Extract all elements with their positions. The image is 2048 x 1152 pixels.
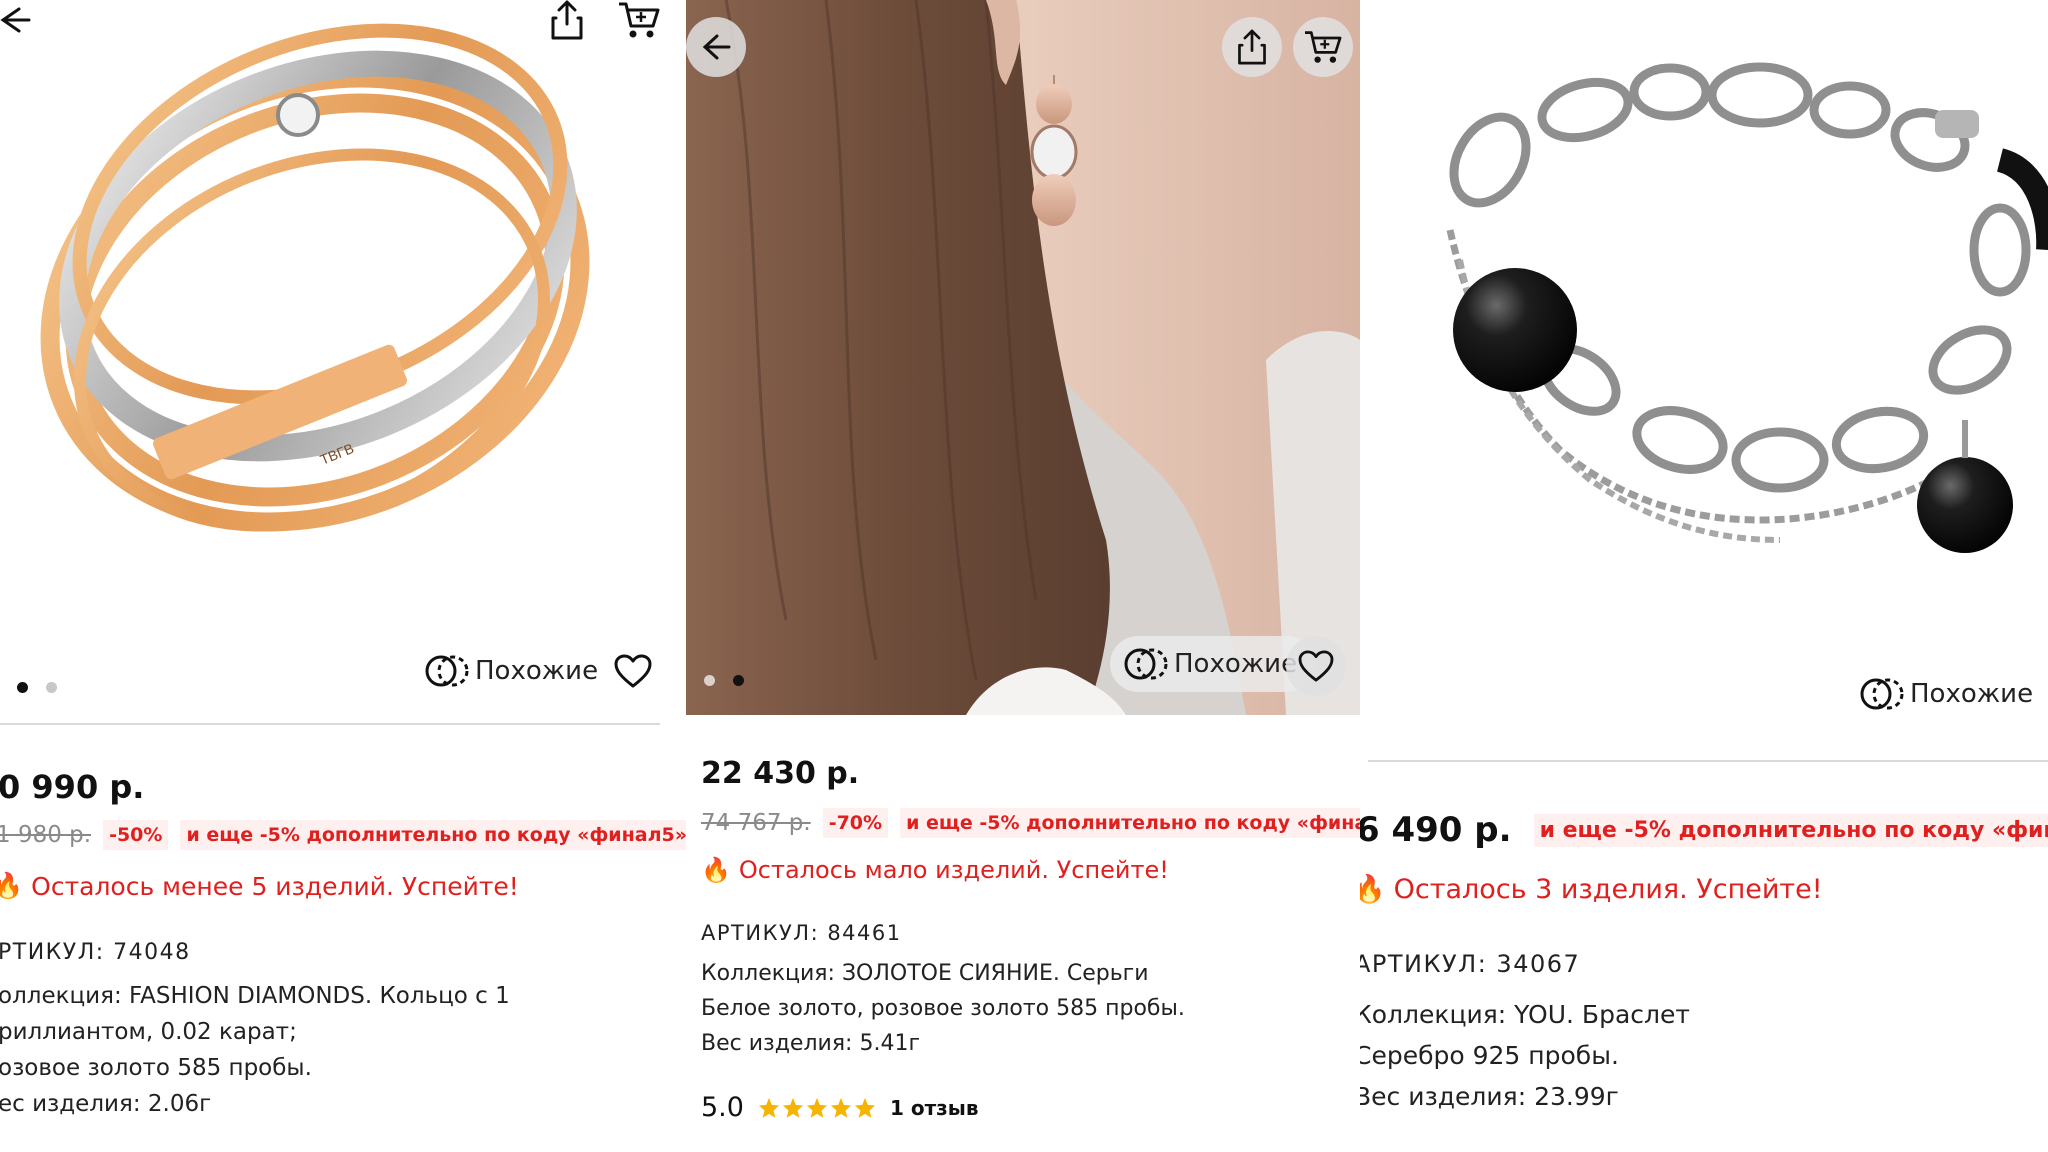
earring-model-image bbox=[686, 0, 1360, 715]
divider bbox=[0, 723, 660, 725]
similar-button[interactable]: Похожие bbox=[1860, 676, 2033, 712]
image-pager-dots[interactable] bbox=[17, 682, 57, 693]
sku: РТИКУЛ: 74048 bbox=[0, 940, 191, 965]
rating-value: 5.0 bbox=[701, 1092, 744, 1123]
cart-button[interactable] bbox=[1293, 17, 1353, 77]
description: оллекция: FASHION DIAMONDS. Кольцо с 1 р… bbox=[0, 978, 510, 1122]
product-card-bracelet: Похожие 6 490 р. и еще -5% дополнительно… bbox=[1360, 0, 2048, 1152]
sku: АРТИКУЛ: 34067 bbox=[1360, 950, 1581, 978]
discount-row: 74 767 р. -70% и еще -5% дополнительно п… bbox=[701, 808, 1360, 838]
stock-text: Осталось мало изделий. Успейте! bbox=[738, 856, 1169, 884]
promo-code-badge[interactable]: и еще -5% дополнительно по коду «финал5» bbox=[180, 820, 686, 850]
promo-code-badge[interactable]: и еще -5% дополнительно по коду «финал5» bbox=[1533, 813, 2048, 847]
description-line: оллекция: FASHION DIAMONDS. Кольцо с 1 bbox=[0, 983, 510, 1009]
price: 6 490 р. bbox=[1360, 810, 1512, 850]
sku: АРТИКУЛ: 84461 bbox=[701, 921, 902, 945]
description-line: Вес изделия: 23.99г bbox=[1360, 1082, 1619, 1111]
discount-badge: -70% bbox=[822, 808, 889, 838]
reviews-link[interactable]: 1 отзыв bbox=[890, 1096, 979, 1120]
product-photo-earrings[interactable] bbox=[686, 0, 1360, 715]
share-button[interactable] bbox=[1222, 17, 1282, 77]
pager-dot-active[interactable] bbox=[733, 675, 744, 686]
bracelet-image bbox=[1446, 62, 2048, 553]
favorite-heart-icon[interactable] bbox=[612, 652, 654, 690]
description-line: ес изделия: 2.06г bbox=[0, 1091, 212, 1117]
cart-icon[interactable] bbox=[615, 0, 663, 40]
share-icon bbox=[1238, 29, 1266, 65]
rating-row[interactable]: 5.0 1 отзыв bbox=[701, 1092, 979, 1123]
star-icon bbox=[854, 1097, 876, 1118]
stock-warning: 🔥 Осталось 3 изделия. Успейте! bbox=[1360, 873, 1823, 906]
divider bbox=[1368, 760, 2048, 762]
discount-badge: -50% bbox=[103, 820, 169, 850]
star-icon bbox=[782, 1097, 804, 1118]
old-price: 1 980 р. bbox=[0, 822, 92, 848]
price: 22 430 р. bbox=[701, 756, 860, 791]
similar-label: Похожие bbox=[1910, 679, 2034, 709]
similar-button[interactable]: Похожие bbox=[425, 653, 598, 689]
description-line: Коллекция: YOU. Браслет bbox=[1360, 1000, 1690, 1029]
fire-icon: 🔥 bbox=[0, 871, 24, 900]
similar-icon bbox=[425, 655, 469, 687]
description-line: Серебро 925 пробы. bbox=[1360, 1041, 1619, 1070]
similar-icon bbox=[1860, 678, 1904, 710]
back-icon[interactable] bbox=[0, 0, 34, 40]
description-line: Коллекция: ЗОЛОТОЕ СИЯНИЕ. Серьги bbox=[701, 961, 1149, 986]
similar-icon bbox=[1124, 648, 1168, 680]
share-icon[interactable] bbox=[545, 0, 589, 40]
product-photo-bracelet[interactable] bbox=[1360, 0, 2048, 760]
description: Коллекция: ЗОЛОТОЕ СИЯНИЕ. Серьги Белое … bbox=[701, 956, 1185, 1061]
stock-text: Осталось менее 5 изделий. Успейте! bbox=[31, 871, 519, 901]
back-icon bbox=[702, 34, 731, 60]
product-card-ring: ТВГВ Похожие 0 990 р. 1 980 р. -50% и ещ… bbox=[0, 0, 686, 1152]
similar-label: Похожие bbox=[1174, 649, 1298, 679]
stock-warning: 🔥 Осталось менее 5 изделий. Успейте! bbox=[0, 871, 519, 901]
pager-dot[interactable] bbox=[704, 675, 715, 686]
description: Коллекция: YOU. Браслет Серебро 925 проб… bbox=[1360, 994, 1690, 1117]
promo-code-badge[interactable]: и еще -5% дополнительно по коду «финал5» bbox=[900, 808, 1360, 838]
similar-button[interactable]: Похожие bbox=[1110, 636, 1316, 692]
description-line: Белое золото, розовое золото 585 пробы. bbox=[701, 996, 1185, 1021]
product-photo-ring[interactable]: ТВГВ bbox=[0, 0, 686, 720]
star-icon bbox=[830, 1097, 852, 1118]
fire-icon: 🔥 bbox=[701, 856, 731, 884]
ring-image: ТВГВ bbox=[40, 23, 590, 532]
back-button[interactable] bbox=[686, 17, 746, 77]
star-icon bbox=[806, 1097, 828, 1118]
fire-icon: 🔥 bbox=[1360, 874, 1386, 905]
discount-row: 1 980 р. -50% и еще -5% дополнительно по… bbox=[0, 820, 686, 850]
description-line: озовое золото 585 пробы. bbox=[0, 1055, 312, 1081]
similar-label: Похожие bbox=[475, 656, 599, 686]
rating-stars bbox=[758, 1097, 876, 1119]
description-line: Вес изделия: 5.41г bbox=[701, 1031, 921, 1056]
old-price: 74 767 р. bbox=[701, 810, 811, 836]
star-icon bbox=[758, 1097, 780, 1118]
product-card-earrings: Похожие 22 430 р. 74 767 р. -70% и еще -… bbox=[686, 0, 1360, 1152]
description-line: риллиантом, 0.02 карат; bbox=[0, 1019, 297, 1045]
pager-dot-active[interactable] bbox=[17, 682, 28, 693]
cart-icon bbox=[1305, 31, 1342, 63]
price: 0 990 р. bbox=[0, 768, 145, 806]
stock-text: Осталось 3 изделия. Успейте! bbox=[1393, 873, 1823, 905]
favorite-heart-icon[interactable] bbox=[1286, 636, 1346, 696]
pager-dot[interactable] bbox=[46, 682, 57, 693]
price-row: 6 490 р. и еще -5% дополнительно по коду… bbox=[1360, 810, 2048, 850]
stock-warning: 🔥 Осталось мало изделий. Успейте! bbox=[701, 856, 1169, 884]
image-pager-dots[interactable] bbox=[704, 675, 744, 686]
